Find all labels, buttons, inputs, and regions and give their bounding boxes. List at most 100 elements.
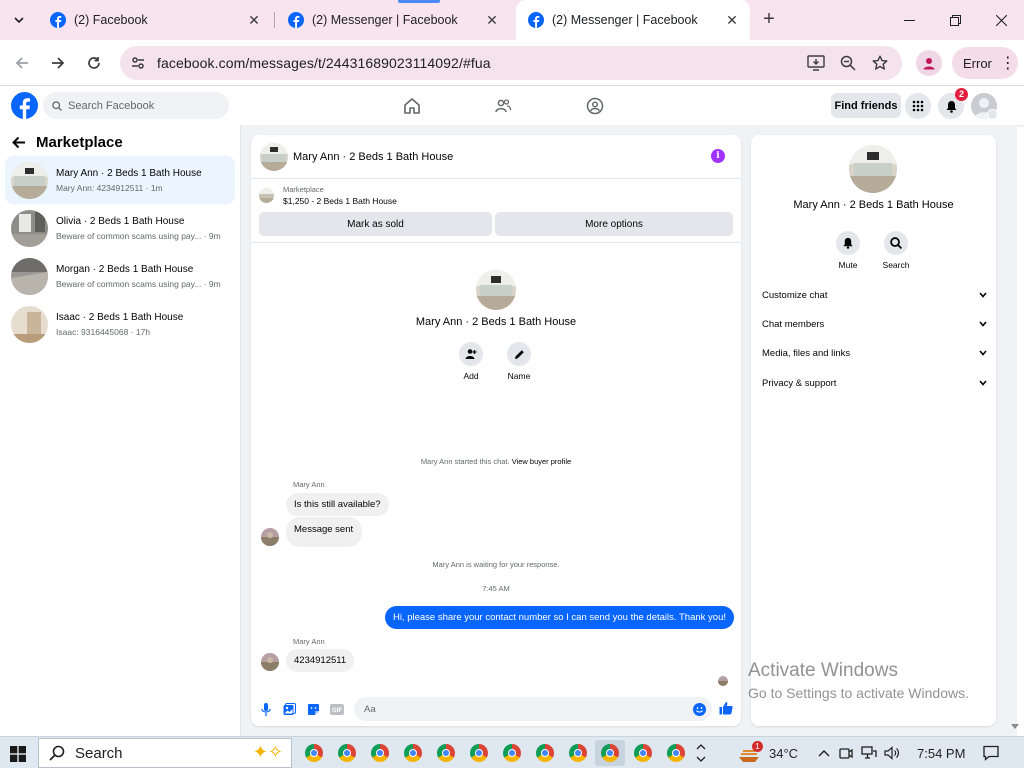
chrome-taskbar-app-active[interactable] (595, 740, 625, 766)
emoji-icon[interactable] (693, 703, 706, 716)
facebook-search-input[interactable]: Search Facebook (43, 92, 229, 119)
clock[interactable]: 7:54 PM (917, 737, 965, 768)
chrome-taskbar-app[interactable] (431, 740, 461, 766)
account-chevron-icon[interactable] (987, 109, 998, 120)
profile-avatar[interactable] (476, 270, 516, 310)
more-options-button[interactable]: More options (495, 212, 733, 236)
chrome-taskbar-app[interactable] (365, 740, 395, 766)
weather-widget[interactable]: 1 34°C (737, 737, 798, 768)
conversation-item[interactable]: Olivia · 2 Beds 1 Bath House Beware of c… (5, 204, 235, 252)
svg-text:GIF: GIF (332, 708, 342, 714)
browser-tab[interactable]: (2) Facebook ✕ (38, 0, 272, 40)
gif-icon[interactable]: GIF (330, 702, 344, 716)
incoming-message[interactable]: Is this still available? (286, 493, 389, 516)
bookmark-star-icon[interactable] (870, 53, 890, 73)
conversation-item[interactable]: Isaac · 2 Beds 1 Bath House Isaac: 93164… (5, 300, 235, 348)
profile-error-button[interactable]: Error ⋮ (952, 47, 1018, 79)
show-hidden-icons-icon[interactable] (818, 749, 830, 757)
back-button[interactable] (8, 49, 36, 77)
chrome-taskbar-app[interactable] (628, 740, 658, 766)
sender-avatar[interactable] (261, 528, 279, 546)
microphone-icon[interactable] (259, 702, 273, 716)
media-files-links-row[interactable]: Media, files and links (762, 343, 987, 363)
chrome-taskbar-app[interactable] (464, 740, 494, 766)
profile-avatar[interactable] (916, 50, 942, 76)
install-app-icon[interactable] (806, 53, 826, 73)
chat-members-row[interactable]: Chat members (762, 314, 987, 334)
browser-tab[interactable]: (2) Messenger | Facebook ✕ (276, 0, 510, 40)
watermark-title: Activate Windows (748, 660, 898, 681)
minimize-button[interactable] (886, 0, 932, 40)
reload-button[interactable] (80, 49, 108, 77)
outgoing-message[interactable]: Hi, please share your contact number so … (384, 606, 734, 629)
forward-button[interactable] (44, 49, 72, 77)
listing-thumbnail (259, 188, 274, 203)
view-buyer-profile-link[interactable]: View buyer profile (512, 457, 571, 466)
taskbar-overflow-arrows[interactable] (696, 737, 706, 768)
marketplace-label: Marketplace (283, 185, 324, 194)
chrome-taskbar-app[interactable] (661, 740, 691, 766)
conversation-item[interactable]: Mary Ann · 2 Beds 1 Bath House Mary Ann:… (5, 156, 235, 204)
meet-now-icon[interactable] (839, 746, 853, 760)
facebook-logo-icon[interactable] (11, 92, 38, 119)
customize-chat-row[interactable]: Customize chat (762, 285, 987, 305)
close-tab-icon[interactable]: ✕ (484, 12, 500, 29)
thumbs-up-icon[interactable] (719, 701, 733, 715)
zoom-icon[interactable] (838, 53, 858, 73)
add-people-button[interactable]: Add (451, 342, 491, 381)
info-icon[interactable]: i (711, 149, 725, 163)
conversation-name: Morgan · 2 Beds 1 Bath House (56, 263, 194, 275)
message-input[interactable]: Aa (354, 697, 712, 721)
sender-avatar[interactable] (261, 653, 279, 671)
chevron-down-icon (979, 292, 987, 298)
url-text[interactable]: facebook.com/messages/t/2443168902311409… (157, 55, 491, 71)
activate-windows-watermark: Activate Windows Go to Settings to activ… (748, 660, 969, 701)
volume-icon[interactable] (884, 746, 900, 760)
friends-nav-button[interactable] (492, 95, 514, 117)
browser-tab-active[interactable]: (2) Messenger | Facebook ✕ (516, 0, 750, 40)
incoming-message[interactable]: 4234912511 (286, 649, 355, 672)
conversation-item[interactable]: Morgan · 2 Beds 1 Bath House Beware of c… (5, 252, 235, 300)
chrome-taskbar-app[interactable] (530, 740, 560, 766)
chat-avatar[interactable] (260, 143, 288, 171)
name-chat-button[interactable]: Name (499, 342, 539, 381)
incoming-message[interactable]: Message sent (286, 517, 363, 547)
address-bar[interactable]: facebook.com/messages/t/2443168902311409… (120, 46, 902, 80)
chat-title[interactable]: Mary Ann · 2 Beds 1 Bath House (293, 151, 453, 163)
network-icon[interactable] (861, 746, 877, 760)
groups-nav-button[interactable] (584, 95, 606, 117)
chrome-taskbar-app[interactable] (332, 740, 362, 766)
search-conversation-button[interactable]: Search (874, 231, 918, 270)
chrome-icon (338, 744, 356, 762)
tab-search-button[interactable] (6, 8, 32, 32)
close-window-button[interactable] (978, 0, 1024, 40)
sticker-icon[interactable] (306, 702, 320, 716)
close-tab-icon[interactable]: ✕ (724, 12, 740, 29)
restore-button[interactable] (932, 0, 978, 40)
chrome-taskbar-app[interactable] (398, 740, 428, 766)
site-settings-icon[interactable] (130, 55, 146, 71)
back-arrow-icon[interactable] (12, 136, 26, 149)
privacy-support-row[interactable]: Privacy & support (762, 373, 987, 393)
taskbar-search-box[interactable]: Search ✦✧ (38, 738, 292, 768)
home-nav-button[interactable] (401, 95, 423, 117)
details-avatar[interactable] (849, 145, 897, 193)
listing-price-title[interactable]: $1,250 - 2 Beds 1 Bath House (283, 196, 397, 206)
arrow-left-icon (15, 57, 28, 69)
grid-menu-icon (912, 100, 924, 112)
chrome-taskbar-app[interactable] (563, 740, 593, 766)
chrome-taskbar-app[interactable] (299, 740, 329, 766)
scroll-down-arrow-icon[interactable] (1011, 724, 1019, 729)
menu-button[interactable] (905, 93, 931, 119)
mute-button[interactable]: Mute (826, 231, 870, 270)
attach-photo-icon[interactable] (282, 702, 296, 716)
windows-start-icon[interactable] (10, 746, 26, 762)
tab-title: (2) Messenger | Facebook (312, 13, 458, 27)
chrome-taskbar-app[interactable] (497, 740, 527, 766)
find-friends-button[interactable]: Find friends (831, 93, 901, 118)
mark-as-sold-button[interactable]: Mark as sold (259, 212, 492, 236)
new-tab-button[interactable]: + (758, 8, 780, 32)
notification-center-button[interactable] (983, 737, 999, 768)
person-icon (923, 58, 935, 70)
close-tab-icon[interactable]: ✕ (246, 12, 262, 29)
